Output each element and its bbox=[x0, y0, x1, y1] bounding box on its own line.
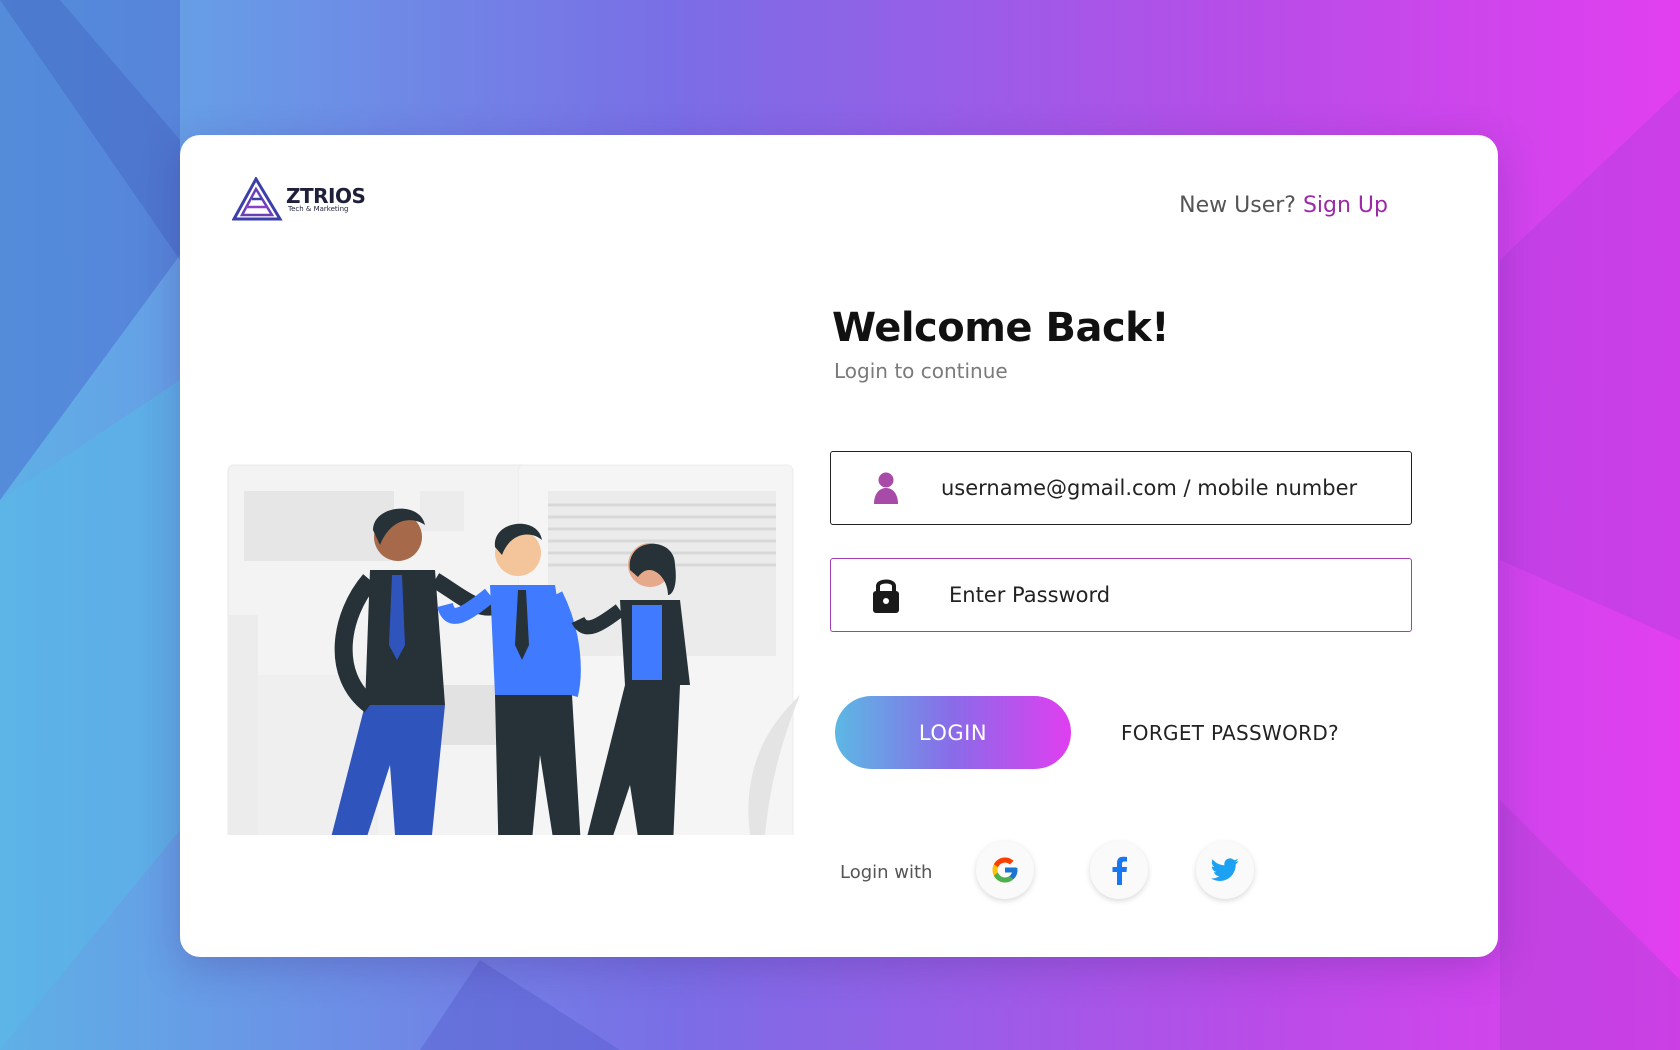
signup-link[interactable]: Sign Up bbox=[1303, 193, 1388, 218]
lock-icon bbox=[831, 576, 941, 614]
google-login-button[interactable] bbox=[976, 841, 1034, 899]
team-illustration bbox=[227, 464, 800, 835]
twitter-login-button[interactable] bbox=[1196, 841, 1254, 899]
twitter-icon bbox=[1211, 858, 1239, 881]
user-icon bbox=[831, 471, 941, 505]
new-user-text: New User? bbox=[1179, 193, 1303, 218]
signup-prompt: New User? Sign Up bbox=[1179, 193, 1388, 218]
brand-logo[interactable]: ZTRIOS Tech & Marketing bbox=[232, 177, 366, 221]
username-field[interactable]: username@gmail.com / mobile number bbox=[830, 451, 1412, 525]
triangle-logo-icon bbox=[232, 177, 283, 221]
google-icon bbox=[992, 857, 1018, 883]
login-card: ZTRIOS Tech & Marketing New User? Sign U… bbox=[180, 135, 1498, 957]
facebook-login-button[interactable] bbox=[1090, 841, 1148, 899]
password-input[interactable]: Enter Password bbox=[949, 583, 1110, 607]
login-with-label: Login with bbox=[840, 862, 933, 883]
page-title: Welcome Back! bbox=[832, 305, 1170, 351]
brand-name: ZTRIOS bbox=[286, 183, 366, 208]
facebook-icon bbox=[1112, 856, 1127, 885]
username-input[interactable]: username@gmail.com / mobile number bbox=[941, 476, 1357, 500]
login-button[interactable]: LOGIN bbox=[835, 696, 1071, 769]
forget-password-link[interactable]: FORGET PASSWORD? bbox=[1121, 721, 1339, 745]
page-subtitle: Login to continue bbox=[834, 359, 1008, 383]
password-field[interactable]: Enter Password bbox=[830, 558, 1412, 632]
brand-tagline: Tech & Marketing bbox=[288, 204, 349, 213]
